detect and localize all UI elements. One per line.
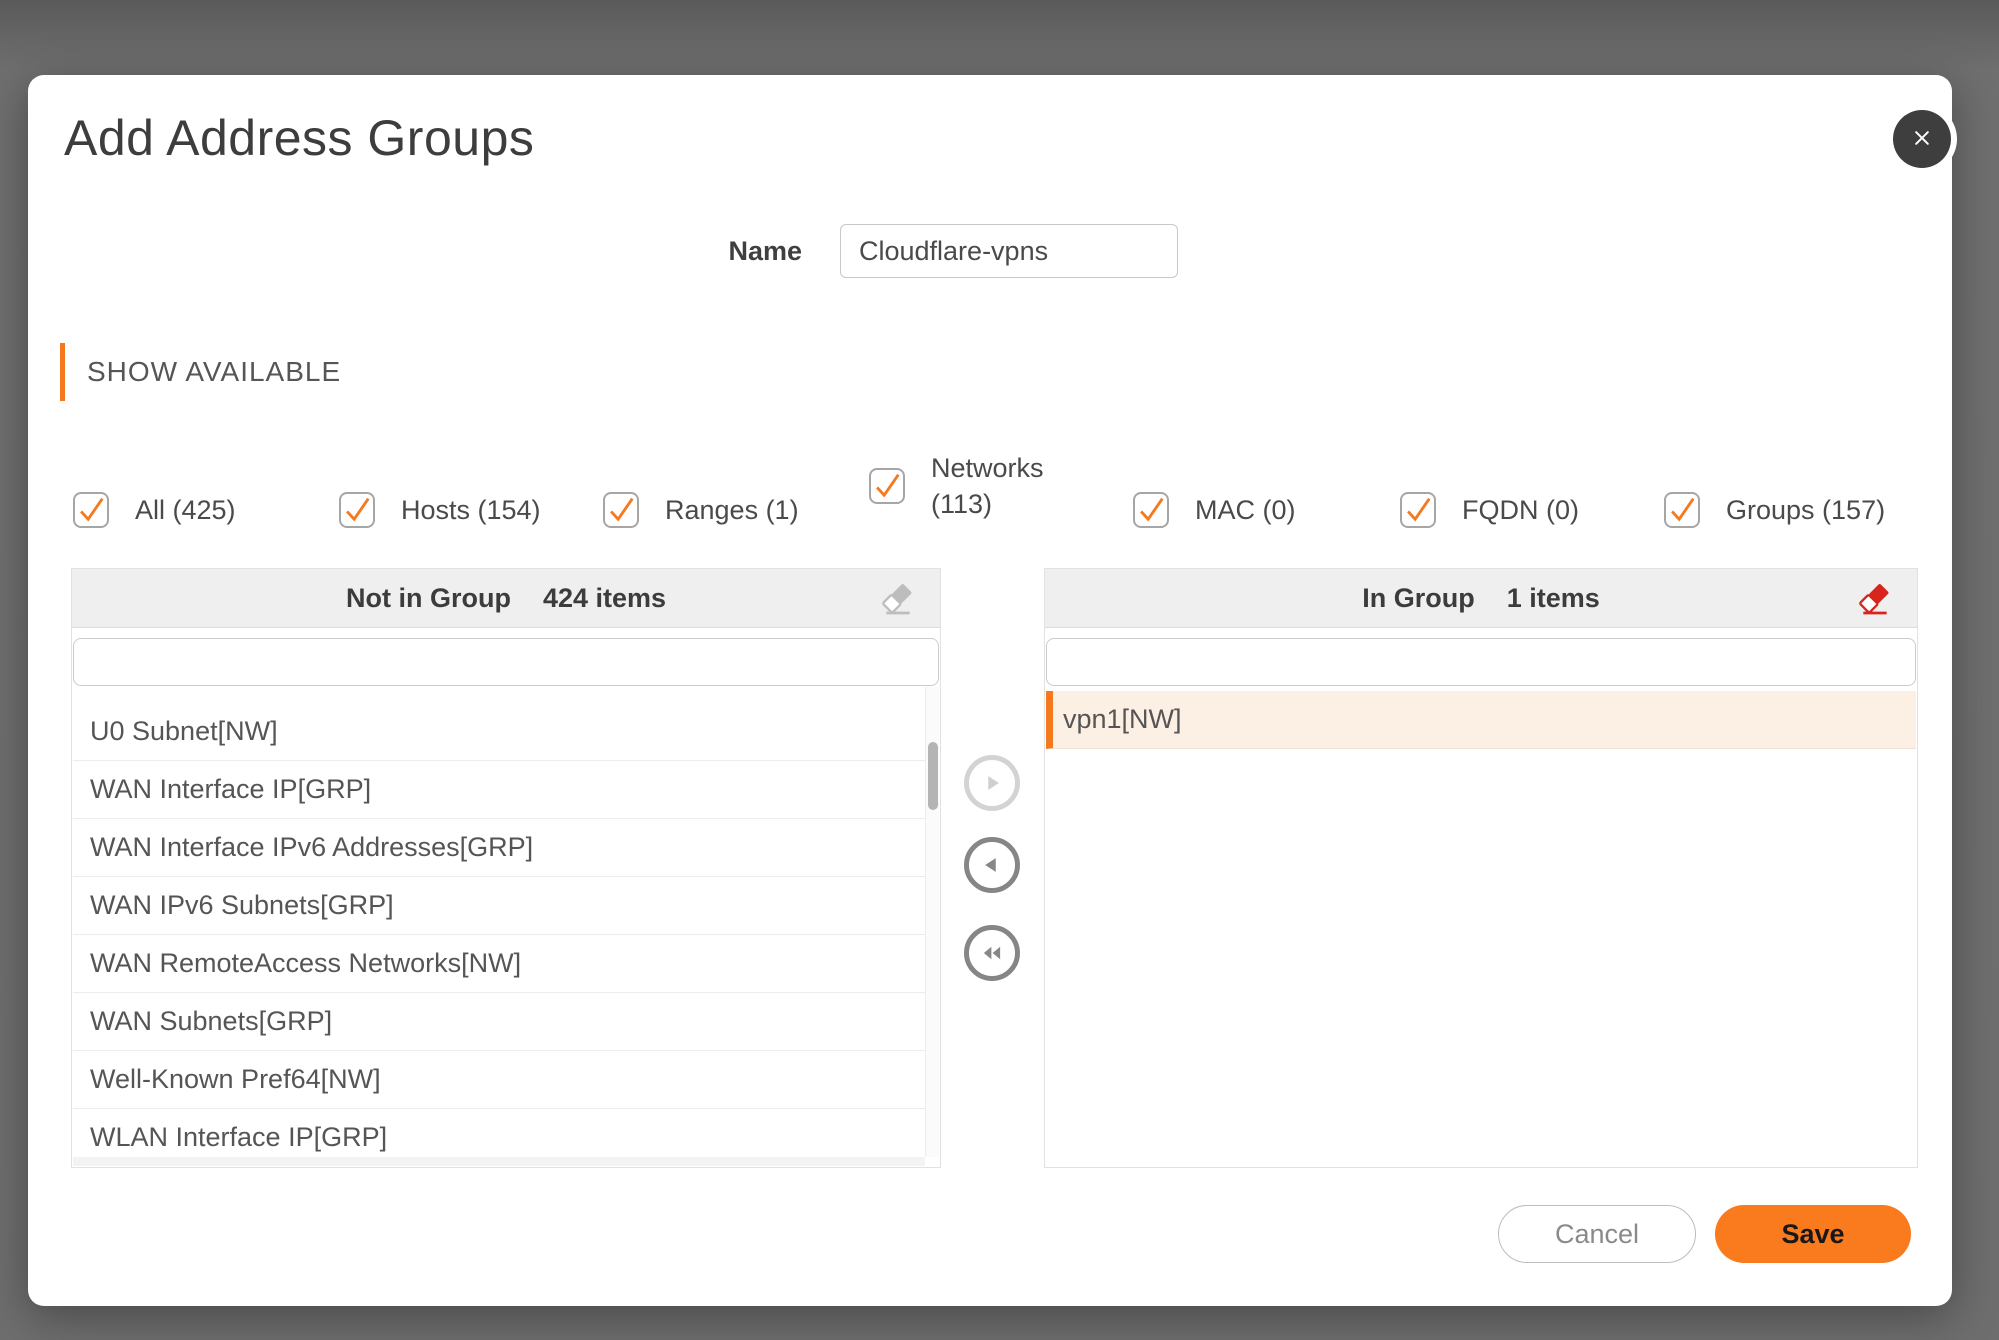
filter-mac-0[interactable]: MAC (0) [1133,492,1296,528]
in-group-search-input[interactable] [1046,638,1916,686]
list-item[interactable]: WAN Interface IP[GRP] [73,761,925,819]
eraser-icon [878,606,918,621]
list-item[interactable]: WAN Interface IPv6 Addresses[GRP] [73,819,925,877]
move-right-button[interactable] [964,755,1020,811]
not-in-group-search-input[interactable] [73,638,939,686]
name-row: Name [28,224,1952,278]
name-input[interactable] [840,224,1178,278]
checkbox-checked-icon[interactable] [1133,492,1169,528]
not-in-group-header: Not in Group 424 items [72,569,940,628]
cancel-button[interactable]: Cancel [1498,1205,1696,1263]
list-item[interactable]: vpn1[NW] [1046,691,1916,749]
checkbox-checked-icon[interactable] [73,492,109,528]
page-title: Add Address Groups [64,109,534,167]
close-button[interactable] [1893,110,1951,168]
clear-selection-button[interactable] [876,577,920,621]
filter-label: FQDN (0) [1462,492,1579,528]
checkbox-checked-icon[interactable] [1664,492,1700,528]
filter-label: All (425) [135,492,236,528]
panel-title: In Group [1362,583,1474,614]
filter-ranges-1[interactable]: Ranges (1) [603,492,799,528]
list-item[interactable]: WAN RemoteAccess Networks[NW] [73,935,925,993]
section-header-label: SHOW AVAILABLE [87,356,341,388]
in-group-panel: In Group 1 items vpn1[NW] [1044,568,1918,1168]
arrow-right-icon [977,768,1007,798]
checkbox-checked-icon[interactable] [603,492,639,528]
filter-label: Hosts (154) [401,492,541,528]
move-left-button[interactable] [964,837,1020,893]
panel-title: Not in Group [346,583,511,614]
not-in-group-panel: Not in Group 424 items U0 Subnet[NW]WAN [71,568,941,1168]
checkbox-checked-icon[interactable] [339,492,375,528]
filter-label: Ranges (1) [665,492,799,528]
filter-networks-113[interactable]: Networks (113) [869,450,1071,522]
section-header: SHOW AVAILABLE [60,343,341,401]
list-item[interactable]: U0 Subnet[NW] [73,703,925,761]
in-group-list: vpn1[NW] [1046,686,1916,1157]
move-all-left-button[interactable] [964,925,1020,981]
checkbox-checked-icon[interactable] [869,468,905,504]
filter-hosts-154[interactable]: Hosts (154) [339,492,541,528]
in-group-header: In Group 1 items [1045,569,1917,628]
list-item[interactable]: Well-Known Pref64[NW] [73,1051,925,1109]
list-item[interactable]: WAN IPv6 Subnets[GRP] [73,877,925,935]
filter-fqdn-0[interactable]: FQDN (0) [1400,492,1579,528]
not-in-group-list: U0 Subnet[NW]WAN Interface IP[GRP]WAN In… [73,686,925,1157]
scrollbar-thumb[interactable] [928,742,938,810]
filter-label: Groups (157) [1726,492,1885,528]
list-item[interactable]: WLAN Interface IP[GRP] [73,1109,925,1157]
name-label: Name [682,224,802,278]
scrollbar[interactable] [925,687,939,1157]
clear-selection-button[interactable] [1853,577,1897,621]
eraser-icon-red [1855,606,1895,621]
list-item[interactable]: WAN Subnets[GRP] [73,993,925,1051]
add-address-groups-dialog: Add Address Groups Name SHOW AVAILABLE A… [28,75,1952,1306]
save-button[interactable]: Save [1715,1205,1911,1263]
close-icon [1908,124,1936,155]
checkbox-checked-icon[interactable] [1400,492,1436,528]
panel-count: 1 items [1507,583,1600,614]
filter-label: MAC (0) [1195,492,1296,528]
filter-all-425[interactable]: All (425) [73,492,236,528]
filter-label: Networks (113) [931,450,1071,522]
panel-count: 424 items [543,583,666,614]
horizontal-scrollbar[interactable] [73,1157,925,1166]
arrow-left-icon [977,850,1007,880]
accent-bar [60,343,65,401]
double-arrow-left-icon [977,938,1007,968]
filter-groups-157[interactable]: Groups (157) [1664,492,1885,528]
